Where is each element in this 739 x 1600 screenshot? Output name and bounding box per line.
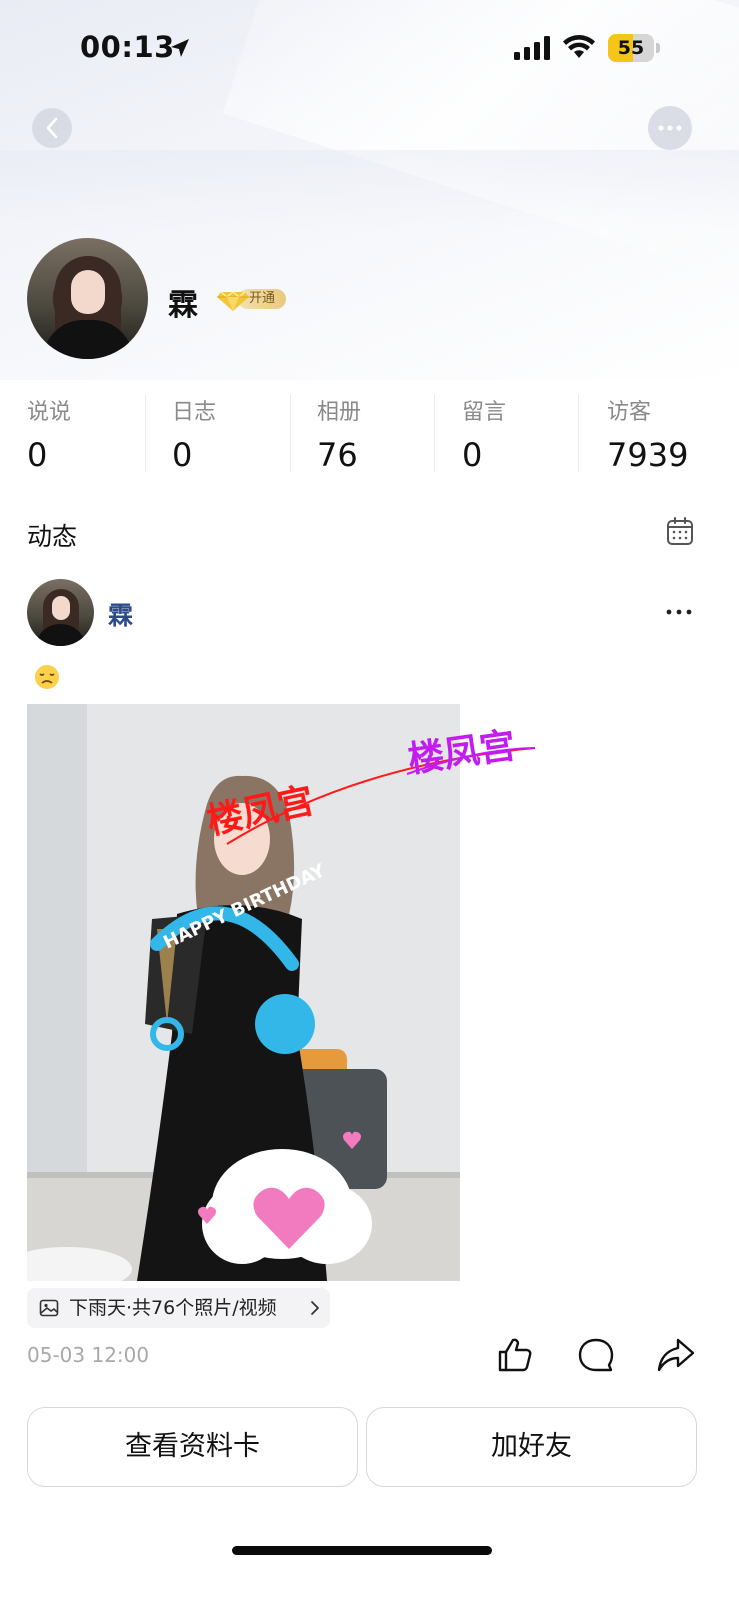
post-more-icon[interactable] — [664, 600, 694, 624]
chevron-right-icon — [311, 1301, 319, 1315]
stat-album[interactable]: 相册 76 — [317, 390, 437, 480]
disappointed-face-icon — [35, 665, 59, 689]
wifi-icon — [563, 35, 595, 58]
stat-visitors[interactable]: 访客 7939 — [607, 390, 727, 480]
stat-divider — [434, 394, 435, 472]
status-bar: 00:13 55 — [0, 0, 739, 100]
battery-level: 55 — [617, 37, 645, 59]
stat-label: 说说 — [27, 400, 72, 425]
status-time: 00:13 — [80, 30, 175, 64]
stat-value: 7939 — [607, 436, 689, 474]
view-profile-card-button[interactable]: 查看资料卡 — [27, 1407, 358, 1487]
stat-value: 76 — [317, 436, 358, 474]
stat-label: 日志 — [172, 400, 217, 425]
profile-stats: 说说 0 日志 0 相册 76 留言 0 访客 7939 — [0, 390, 739, 480]
stat-divider — [145, 394, 146, 472]
stat-divider — [578, 394, 579, 472]
text-stickers: 楼凤宫 楼凤宫 — [203, 725, 536, 845]
stat-shuoshuo[interactable]: 说说 0 — [27, 390, 147, 480]
stat-value: 0 — [27, 436, 48, 474]
album-link[interactable]: 下雨天·共76个照片/视频 — [27, 1288, 330, 1328]
post-emoji — [34, 664, 60, 690]
back-button[interactable] — [32, 108, 72, 148]
more-dots-icon — [658, 125, 682, 131]
comment-icon[interactable] — [577, 1336, 615, 1374]
add-friend-button[interactable]: 加好友 — [366, 1407, 697, 1487]
thumbs-up-icon[interactable] — [496, 1336, 534, 1374]
more-options-button[interactable] — [648, 106, 692, 150]
location-arrow-icon — [171, 39, 189, 57]
stat-blog[interactable]: 日志 0 — [172, 390, 292, 480]
sticker-text-purple: 楼凤宫 — [406, 725, 519, 781]
stat-messages[interactable]: 留言 0 — [462, 390, 582, 480]
stat-label: 相册 — [317, 400, 362, 425]
post-author-avatar[interactable] — [27, 579, 94, 646]
share-icon[interactable] — [656, 1336, 696, 1374]
image-icon — [39, 1299, 59, 1317]
vip-open-badge[interactable]: 开通 — [216, 286, 288, 312]
stat-divider — [290, 394, 291, 472]
profile-avatar[interactable] — [27, 238, 148, 359]
post-timestamp: 05-03 12:00 — [27, 1343, 150, 1367]
home-indicator — [232, 1546, 492, 1555]
cellular-signal-icon — [514, 36, 550, 60]
sticker-text-red: 楼凤宫 — [203, 780, 317, 843]
album-link-text: 下雨天·共76个照片/视频 — [69, 1297, 277, 1319]
battery-indicator: 55 — [608, 34, 660, 62]
chevron-left-icon — [46, 117, 58, 139]
feed-title: 动态 — [27, 522, 78, 551]
stat-label: 留言 — [462, 400, 507, 425]
vip-label: 开通 — [249, 291, 276, 306]
stat-value: 0 — [172, 436, 193, 474]
diamond-icon — [217, 291, 249, 311]
profile-name: 霖 — [168, 288, 198, 323]
calendar-icon[interactable] — [666, 516, 694, 546]
post-author-name[interactable]: 霖 — [108, 596, 133, 632]
stat-value: 0 — [462, 436, 483, 474]
stat-label: 访客 — [607, 400, 652, 425]
